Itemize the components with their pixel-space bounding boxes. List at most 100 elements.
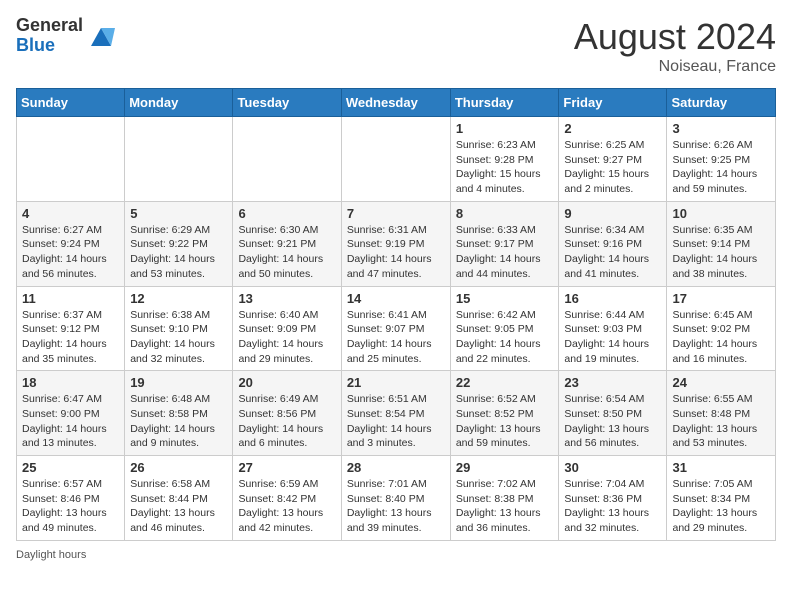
day-info: Sunrise: 6:23 AMSunset: 9:28 PMDaylight:…	[456, 138, 554, 197]
calendar-cell: 9 Sunrise: 6:34 AMSunset: 9:16 PMDaylight…	[559, 201, 667, 286]
day-number: 17	[672, 291, 770, 306]
day-number: 3	[672, 121, 770, 136]
day-number: 2	[564, 121, 661, 136]
calendar-day-header: Friday	[559, 89, 667, 117]
calendar-cell: 4Sunrise: 6:27 AMSunset: 9:24 PMDaylight…	[17, 201, 125, 286]
calendar-cell	[233, 117, 341, 202]
day-number: 11	[22, 291, 119, 306]
day-number: 27	[238, 460, 335, 475]
day-info: Sunrise: 6:35 AMSunset: 9:14 PMDaylight:…	[672, 223, 770, 282]
day-number: 25	[22, 460, 119, 475]
day-number: 10	[672, 206, 770, 221]
calendar-day-header: Wednesday	[341, 89, 450, 117]
calendar-table: SundayMondayTuesdayWednesdayThursdayFrid…	[16, 88, 776, 541]
calendar-cell: 11 Sunrise: 6:37 AMSunset: 9:12 PMDayligh…	[17, 286, 125, 371]
calendar-cell: 28Sunrise: 7:01 AMSunset: 8:40 PMDayligh…	[341, 456, 450, 541]
day-number: 1	[456, 121, 554, 136]
calendar-cell: 21 Sunrise: 6:51 AMSunset: 8:54 PMDayligh…	[341, 371, 450, 456]
calendar-cell: 26Sunrise: 6:58 AMSunset: 8:44 PMDayligh…	[125, 456, 233, 541]
calendar-cell	[17, 117, 125, 202]
calendar-week-row: 18 Sunrise: 6:47 AMSunset: 9:00 PMDayligh…	[17, 371, 776, 456]
calendar-cell: 30 Sunrise: 7:04 AMSunset: 8:36 PMDayligh…	[559, 456, 667, 541]
calendar-day-header: Monday	[125, 89, 233, 117]
page-header: General Blue August 2024 Noiseau, France	[16, 16, 776, 76]
calendar-day-header: Sunday	[17, 89, 125, 117]
calendar-cell: 13 Sunrise: 6:40 AMSunset: 9:09 PMDayligh…	[233, 286, 341, 371]
day-info: Sunrise: 7:04 AMSunset: 8:36 PMDaylight:…	[564, 477, 661, 536]
day-number: 13	[238, 291, 335, 306]
day-info: Sunrise: 7:02 AMSunset: 8:38 PMDaylight:…	[456, 477, 554, 536]
day-number: 15	[456, 291, 554, 306]
calendar-cell: 2Sunrise: 6:25 AMSunset: 9:27 PMDaylight…	[559, 117, 667, 202]
calendar-cell: 18 Sunrise: 6:47 AMSunset: 9:00 PMDayligh…	[17, 371, 125, 456]
calendar-cell: 20Sunrise: 6:49 AMSunset: 8:56 PMDayligh…	[233, 371, 341, 456]
calendar-cell: 23Sunrise: 6:54 AMSunset: 8:50 PMDayligh…	[559, 371, 667, 456]
day-info: Sunrise: 6:52 AMSunset: 8:52 PMDaylight:…	[456, 392, 554, 451]
calendar-cell: 27 Sunrise: 6:59 AMSunset: 8:42 PMDayligh…	[233, 456, 341, 541]
calendar-week-row: 4Sunrise: 6:27 AMSunset: 9:24 PMDaylight…	[17, 201, 776, 286]
calendar-cell: 14 Sunrise: 6:41 AMSunset: 9:07 PMDayligh…	[341, 286, 450, 371]
day-info: Sunrise: 6:41 AMSunset: 9:07 PMDaylight:…	[347, 308, 445, 367]
day-number: 9	[564, 206, 661, 221]
day-info: Sunrise: 6:40 AMSunset: 9:09 PMDaylight:…	[238, 308, 335, 367]
calendar-cell	[125, 117, 233, 202]
day-info: Sunrise: 6:44 AMSunset: 9:03 PMDaylight:…	[564, 308, 661, 367]
calendar-cell: 12 Sunrise: 6:38 AMSunset: 9:10 PMDayligh…	[125, 286, 233, 371]
calendar-day-header: Tuesday	[233, 89, 341, 117]
logo-general: General	[16, 15, 83, 35]
day-number: 14	[347, 291, 445, 306]
calendar-cell: 24 Sunrise: 6:55 AMSunset: 8:48 PMDayligh…	[667, 371, 776, 456]
day-info: Sunrise: 6:45 AMSunset: 9:02 PMDaylight:…	[672, 308, 770, 367]
calendar-cell: 3Sunrise: 6:26 AMSunset: 9:25 PMDaylight…	[667, 117, 776, 202]
day-number: 28	[347, 460, 445, 475]
day-info: Sunrise: 6:34 AMSunset: 9:16 PMDaylight:…	[564, 223, 661, 282]
day-number: 8	[456, 206, 554, 221]
month-year: August 2024	[574, 16, 776, 58]
calendar-cell	[341, 117, 450, 202]
calendar-week-row: 25 Sunrise: 6:57 AMSunset: 8:46 PMDayligh…	[17, 456, 776, 541]
day-info: Sunrise: 7:05 AMSunset: 8:34 PMDaylight:…	[672, 477, 770, 536]
calendar-cell: 25 Sunrise: 6:57 AMSunset: 8:46 PMDayligh…	[17, 456, 125, 541]
day-info: Sunrise: 6:47 AMSunset: 9:00 PMDaylight:…	[22, 392, 119, 451]
day-number: 26	[130, 460, 227, 475]
title-block: August 2024 Noiseau, France	[574, 16, 776, 76]
calendar-week-row: 11 Sunrise: 6:37 AMSunset: 9:12 PMDayligh…	[17, 286, 776, 371]
day-info: Sunrise: 6:59 AMSunset: 8:42 PMDaylight:…	[238, 477, 335, 536]
calendar-cell: 15Sunrise: 6:42 AMSunset: 9:05 PMDayligh…	[450, 286, 559, 371]
day-number: 21	[347, 375, 445, 390]
footer: Daylight hours	[16, 549, 776, 561]
logo-blue: Blue	[16, 35, 55, 55]
day-number: 29	[456, 460, 554, 475]
day-info: Sunrise: 6:33 AMSunset: 9:17 PMDaylight:…	[456, 223, 554, 282]
calendar-header-row: SundayMondayTuesdayWednesdayThursdayFrid…	[17, 89, 776, 117]
day-number: 6	[238, 206, 335, 221]
logo-icon	[87, 22, 115, 50]
calendar-day-header: Thursday	[450, 89, 559, 117]
day-info: Sunrise: 6:55 AMSunset: 8:48 PMDaylight:…	[672, 392, 770, 451]
day-info: Sunrise: 6:57 AMSunset: 8:46 PMDaylight:…	[22, 477, 119, 536]
day-number: 4	[22, 206, 119, 221]
day-info: Sunrise: 6:29 AMSunset: 9:22 PMDaylight:…	[130, 223, 227, 282]
calendar-cell: 16 Sunrise: 6:44 AMSunset: 9:03 PMDayligh…	[559, 286, 667, 371]
day-number: 16	[564, 291, 661, 306]
day-info: Sunrise: 6:54 AMSunset: 8:50 PMDaylight:…	[564, 392, 661, 451]
day-info: Sunrise: 6:51 AMSunset: 8:54 PMDaylight:…	[347, 392, 445, 451]
day-info: Sunrise: 6:49 AMSunset: 8:56 PMDaylight:…	[238, 392, 335, 451]
calendar-cell: 6Sunrise: 6:30 AMSunset: 9:21 PMDaylight…	[233, 201, 341, 286]
day-number: 7	[347, 206, 445, 221]
calendar-cell: 29 Sunrise: 7:02 AMSunset: 8:38 PMDayligh…	[450, 456, 559, 541]
day-info: Sunrise: 6:38 AMSunset: 9:10 PMDaylight:…	[130, 308, 227, 367]
calendar-cell: 1 Sunrise: 6:23 AMSunset: 9:28 PMDaylight…	[450, 117, 559, 202]
location: Noiseau, France	[574, 58, 776, 76]
day-number: 30	[564, 460, 661, 475]
day-info: Sunrise: 6:37 AMSunset: 9:12 PMDaylight:…	[22, 308, 119, 367]
calendar-week-row: 1 Sunrise: 6:23 AMSunset: 9:28 PMDaylight…	[17, 117, 776, 202]
logo: General Blue	[16, 16, 115, 56]
calendar-cell: 10 Sunrise: 6:35 AMSunset: 9:14 PMDayligh…	[667, 201, 776, 286]
day-number: 24	[672, 375, 770, 390]
calendar-cell: 22Sunrise: 6:52 AMSunset: 8:52 PMDayligh…	[450, 371, 559, 456]
daylight-label: Daylight hours	[16, 549, 86, 561]
day-info: Sunrise: 6:31 AMSunset: 9:19 PMDaylight:…	[347, 223, 445, 282]
day-number: 12	[130, 291, 227, 306]
day-number: 18	[22, 375, 119, 390]
